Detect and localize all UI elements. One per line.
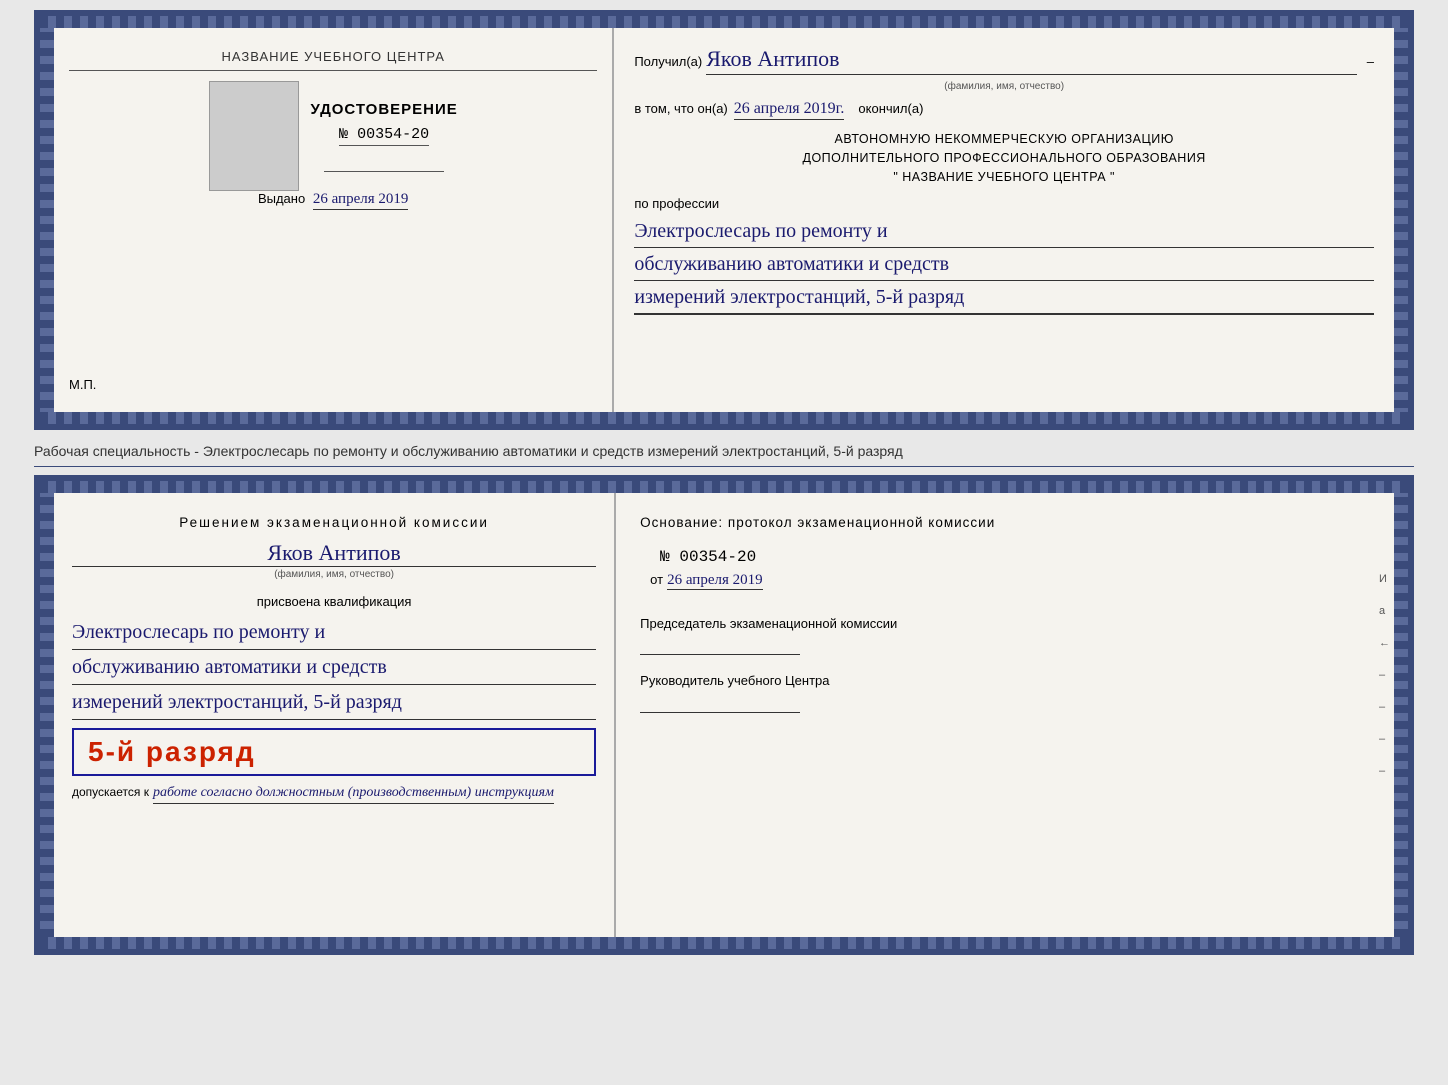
- bottom-right-panel: Основание: протокол экзаменационной коми…: [616, 493, 1394, 937]
- bottom-left-border: [40, 481, 54, 949]
- letter-i: И: [1379, 573, 1390, 585]
- assigned-name: Яков Антипов: [72, 540, 596, 567]
- recipient-line: Получил(а) Яков Антипов –: [634, 46, 1374, 75]
- org-line3: " НАЗВАНИЕ УЧЕБНОГО ЦЕНТРА ": [634, 168, 1374, 187]
- assigned-sublabel: (фамилия, имя, отчество): [72, 569, 596, 580]
- right-side-letters: И а ← – – – –: [1379, 573, 1390, 777]
- issued-label: Выдано: [258, 191, 305, 206]
- top-right-panel: Получил(а) Яков Антипов – (фамилия, имя,…: [614, 28, 1394, 412]
- po-professii-label: по профессии: [634, 196, 1374, 211]
- dopuskaetsya-line: допускается к работе согласно должностны…: [72, 782, 596, 804]
- ot-label: от: [650, 572, 663, 587]
- mp-label: М.П.: [69, 377, 96, 392]
- letter-a: а: [1379, 605, 1390, 617]
- signature-placeholder: [324, 154, 444, 172]
- decision-text: Решением экзаменационной комиссии: [72, 515, 596, 530]
- issued-line: Выдано 26 апреля 2019: [258, 191, 408, 208]
- org-line2: ДОПОЛНИТЕЛЬНОГО ПРОФЕССИОНАЛЬНОГО ОБРАЗО…: [634, 149, 1374, 168]
- profession-line1: Электрослесарь по ремонту и обслуживанию…: [634, 215, 1374, 315]
- prisvoyena-label: присвоена квалификация: [72, 594, 596, 609]
- chairman-signature-line: [640, 637, 800, 655]
- cert-title-label: УДОСТОВЕРЕНИЕ: [311, 101, 458, 118]
- work-instructions: работе согласно должностным (производств…: [153, 782, 554, 804]
- cert-info: УДОСТОВЕРЕНИЕ № 00354-20: [311, 101, 458, 172]
- issued-date: 26 апреля 2019: [313, 191, 409, 210]
- chairman-block: Председатель экзаменационной комиссии: [640, 614, 1374, 656]
- cert-number: № 00354-20: [339, 126, 429, 146]
- separator-text: Рабочая специальность - Электрослесарь п…: [34, 438, 1414, 467]
- qualification-line2: обслуживанию автоматики и средств: [72, 650, 596, 685]
- dash: –: [1367, 54, 1374, 69]
- rank-badge: 5-й разряд: [72, 728, 596, 776]
- dash4: –: [1379, 765, 1390, 777]
- photo-placeholder: [209, 81, 299, 191]
- right-border: [1394, 16, 1408, 424]
- chairman-title: Председатель экзаменационной комиссии: [640, 614, 1374, 634]
- arrow-left: ←: [1379, 637, 1390, 649]
- rukovoditel-block: Руководитель учебного Центра: [640, 671, 1374, 713]
- dopuskaetsya-label: допускается к: [72, 783, 149, 801]
- bottom-right-border: [1394, 481, 1408, 949]
- protocol-date: 26 апреля 2019: [667, 572, 763, 590]
- org-name-block: АВТОНОМНУЮ НЕКОММЕРЧЕСКУЮ ОРГАНИЗАЦИЮ ДО…: [634, 130, 1374, 186]
- org-line1: АВТОНОМНУЮ НЕКОММЕРЧЕСКУЮ ОРГАНИЗАЦИЮ: [634, 130, 1374, 149]
- top-left-panel: НАЗВАНИЕ УЧЕБНОГО ЦЕНТРА УДОСТОВЕРЕНИЕ №…: [54, 28, 614, 412]
- protocol-number: № 00354-20: [640, 548, 1374, 566]
- vtom-line: в том, что он(а) 26 апреля 2019г. окончи…: [634, 100, 1374, 120]
- top-document: НАЗВАНИЕ УЧЕБНОГО ЦЕНТРА УДОСТОВЕРЕНИЕ №…: [34, 10, 1414, 430]
- recipient-name: Яков Антипов: [706, 46, 1357, 75]
- dash3: –: [1379, 733, 1390, 745]
- fio-sublabel-top: (фамилия, имя, отчество): [634, 81, 1374, 92]
- cert-middle-section: УДОСТОВЕРЕНИЕ № 00354-20: [209, 81, 458, 191]
- bottom-left-panel: Решением экзаменационной комиссии Яков А…: [54, 493, 616, 937]
- okonchil-label: окончил(а): [858, 101, 923, 116]
- completion-date: 26 апреля 2019г.: [734, 100, 845, 120]
- dash1: –: [1379, 669, 1390, 681]
- school-name-top: НАЗВАНИЕ УЧЕБНОГО ЦЕНТРА: [69, 48, 597, 71]
- vtom-label: в том, что он(а): [634, 101, 727, 116]
- osnovaniye-label: Основание: протокол экзаменационной коми…: [640, 515, 1374, 530]
- rukovoditel-signature-line: [640, 695, 800, 713]
- dash2: –: [1379, 701, 1390, 713]
- left-border: [40, 16, 54, 424]
- rukovoditel-title: Руководитель учебного Центра: [640, 671, 1374, 691]
- qualification-block: Электрослесарь по ремонту и обслуживанию…: [72, 615, 596, 720]
- poluchil-label: Получил(а): [634, 54, 702, 69]
- qualification-line1: Электрослесарь по ремонту и: [72, 615, 596, 650]
- protocol-date-line: от 26 апреля 2019: [640, 572, 1374, 590]
- qualification-line3: измерений электростанций, 5-й разряд: [72, 685, 596, 720]
- bottom-document: Решением экзаменационной комиссии Яков А…: [34, 475, 1414, 955]
